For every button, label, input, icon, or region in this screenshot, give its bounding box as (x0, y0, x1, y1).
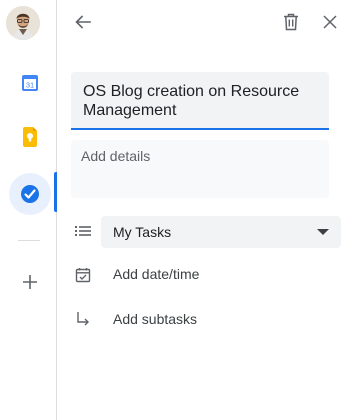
calendar-check-icon (73, 265, 93, 285)
task-title-input[interactable]: OS Blog creation on Resource Management (71, 72, 329, 130)
side-rail: 31 (0, 0, 57, 420)
back-arrow-icon[interactable] (71, 10, 95, 34)
task-details-input[interactable]: Add details (71, 140, 329, 198)
tasks-app: 31 OS Blog creation on Resource Manageme… (0, 0, 357, 420)
calendar-icon[interactable]: 31 (20, 73, 40, 93)
subtask-arrow-icon (73, 309, 93, 329)
avatar[interactable] (6, 6, 40, 40)
close-icon[interactable] (318, 10, 342, 34)
task-list-select[interactable]: My Tasks (101, 216, 341, 248)
tasks-icon[interactable] (9, 173, 51, 215)
add-icon[interactable] (20, 272, 40, 292)
task-list-value: My Tasks (113, 224, 172, 240)
add-subtasks-button[interactable]: Add subtasks (113, 311, 197, 327)
list-icon (73, 221, 93, 241)
add-date-time-button[interactable]: Add date/time (113, 266, 199, 282)
keep-icon[interactable] (20, 127, 40, 147)
svg-text:31: 31 (26, 81, 34, 90)
chevron-down-icon (317, 229, 329, 235)
rail-divider (18, 240, 40, 241)
delete-icon[interactable] (279, 10, 303, 34)
task-detail-panel: OS Blog creation on Resource Management … (57, 0, 357, 420)
